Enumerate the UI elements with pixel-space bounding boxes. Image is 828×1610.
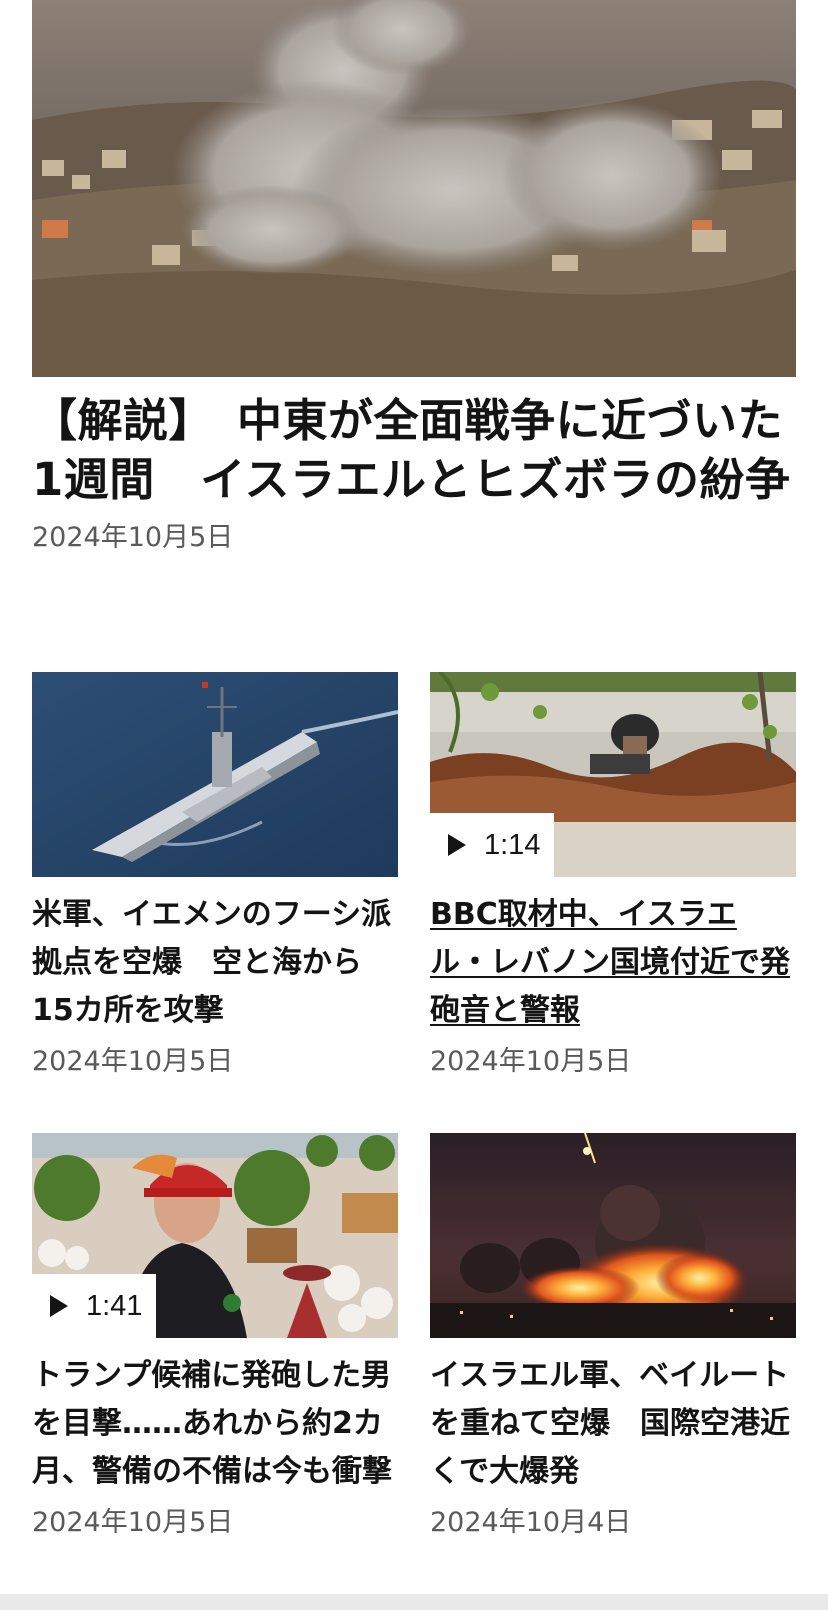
article-card[interactable]: イスラエル軍、ベイルートを重ねて空爆 国際空港近くで大爆発 2024年10月4日 — [430, 1133, 796, 1540]
hero-title[interactable]: 【解説】 中東が全面戦争に近づいた1週間 イスラエルとヒズボラの紛争 — [32, 391, 796, 509]
hero-article[interactable]: 【解説】 中東が全面戦争に近づいた1週間 イスラエルとヒズボラの紛争 2024年… — [32, 0, 800, 555]
card-date: 2024年10月5日 — [32, 1507, 234, 1538]
card-title[interactable]: トランプ候補に発砲した男を目撃……あれから約2カ月、警備の不備は今も衝撃 — [32, 1352, 398, 1496]
card-image[interactable] — [430, 1133, 796, 1338]
card-title[interactable]: イスラエル軍、ベイルートを重ねて空爆 国際空港近くで大爆発 — [430, 1352, 796, 1496]
video-duration: 1:41 — [86, 1289, 143, 1322]
card-image[interactable] — [32, 672, 398, 877]
card-title[interactable]: 米軍、イエメンのフーシ派拠点を空爆 空と海から15カ所を攻撃 — [32, 891, 398, 1035]
card-image[interactable]: 1:14 — [430, 672, 796, 877]
warship-photo-icon — [32, 672, 398, 877]
night-explosion-photo-icon — [430, 1133, 796, 1338]
article-card-video[interactable]: 1:14 BBC取材中、イスラエル・レバノン国境付近で発砲音と警報 2024年1… — [430, 672, 796, 1079]
bottom-bar — [0, 1594, 828, 1610]
card-image[interactable]: 1:41 — [32, 1133, 398, 1338]
card-title[interactable]: BBC取材中、イスラエル・レバノン国境付近で発砲音と警報 — [430, 891, 796, 1035]
card-date: 2024年10月5日 — [32, 1046, 234, 1077]
play-icon — [448, 834, 466, 856]
card-date: 2024年10月5日 — [430, 1046, 632, 1077]
airstrike-smoke-photo-icon — [32, 0, 800, 378]
news-list-page: 【解説】 中東が全面戦争に近づいた1週間 イスラエルとヒズボラの紛争 2024年… — [0, 0, 828, 1610]
article-card[interactable]: 米軍、イエメンのフーシ派拠点を空爆 空と海から15カ所を攻撃 2024年10月5… — [32, 672, 398, 1079]
video-badge[interactable]: 1:41 — [32, 1274, 157, 1338]
video-badge[interactable]: 1:14 — [430, 813, 555, 877]
article-card-video[interactable]: 1:41 トランプ候補に発砲した男を目撃……あれから約2カ月、警備の不備は今も衝… — [32, 1133, 398, 1540]
hero-image[interactable] — [32, 0, 800, 378]
play-icon — [50, 1295, 68, 1317]
video-duration: 1:14 — [484, 828, 541, 861]
hero-date: 2024年10月5日 — [32, 522, 234, 553]
card-date: 2024年10月4日 — [430, 1507, 632, 1538]
